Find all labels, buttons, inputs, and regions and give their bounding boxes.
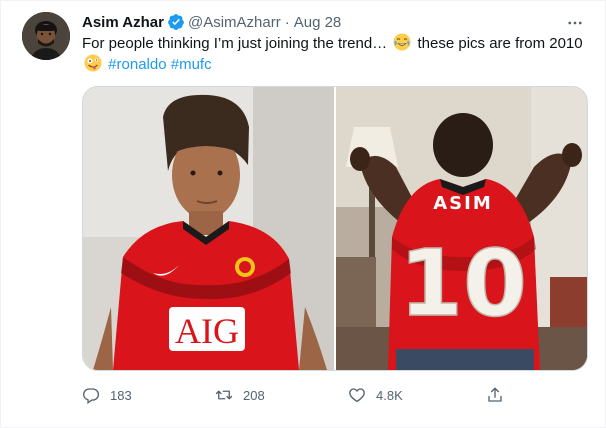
- reply-count: 183: [110, 387, 132, 403]
- author-name[interactable]: Asim Azhar: [82, 14, 164, 31]
- boy-in-red-jersey-image: AIG: [83, 87, 334, 370]
- tweet-header: Asim Azhar @AsimAzharr · Aug 28: [82, 12, 341, 32]
- top-divider: [0, 0, 606, 1]
- jersey-sponsor-text: AIG: [175, 311, 239, 351]
- tweet-text-part-2: these pics are from 2010: [417, 35, 583, 52]
- like-count: 4.8K: [376, 387, 403, 403]
- jersey-number-text: 10: [399, 230, 527, 337]
- avatar[interactable]: [22, 12, 70, 60]
- tweet-text-part-1: For people thinking I’m just joining the…: [82, 35, 388, 52]
- retweet-icon: [215, 390, 233, 400]
- tweet-text: For people thinking I’m just joining the…: [82, 33, 590, 75]
- jersey-name-text: ASIM: [433, 193, 493, 214]
- tweet-card[interactable]: Asim Azhar @AsimAzharr · Aug 28 For peop…: [0, 0, 606, 428]
- retweet-button[interactable]: 208: [215, 382, 265, 408]
- hashtag-ronaldo-link[interactable]: #ronaldo: [108, 56, 166, 73]
- photo-right[interactable]: ASIM 10: [336, 87, 587, 370]
- tweet-text-line-2: #ronaldo #mufc: [82, 54, 590, 75]
- ellipsis-icon: [568, 21, 582, 25]
- like-button[interactable]: 4.8K: [348, 382, 403, 408]
- zany-face-emoji-icon: [84, 54, 102, 72]
- tweet-date[interactable]: Aug 28: [294, 14, 342, 31]
- share-button[interactable]: [486, 382, 514, 408]
- photo-left[interactable]: AIG: [83, 87, 334, 370]
- verified-badge-icon: [167, 13, 185, 31]
- author-handle[interactable]: @AsimAzharr: [188, 14, 281, 31]
- retweet-count: 208: [243, 387, 265, 403]
- tweet-actions: 183 208 4.8K: [82, 382, 552, 408]
- more-options-button[interactable]: [564, 12, 586, 34]
- media-grid: AIG ASIM 10: [82, 86, 588, 371]
- hashtag-mufc-link[interactable]: #mufc: [171, 56, 212, 73]
- reply-icon: [82, 388, 100, 404]
- tweet-text-line-1: For people thinking I’m just joining the…: [82, 33, 590, 54]
- left-border: [0, 0, 1, 428]
- header-separator: ·: [284, 13, 290, 31]
- boy-showing-jersey-back-image: ASIM 10: [336, 87, 587, 370]
- heart-icon: [349, 388, 365, 403]
- share-icon: [488, 387, 502, 402]
- reply-button[interactable]: 183: [82, 382, 132, 408]
- tears-of-joy-emoji-icon: [393, 33, 411, 51]
